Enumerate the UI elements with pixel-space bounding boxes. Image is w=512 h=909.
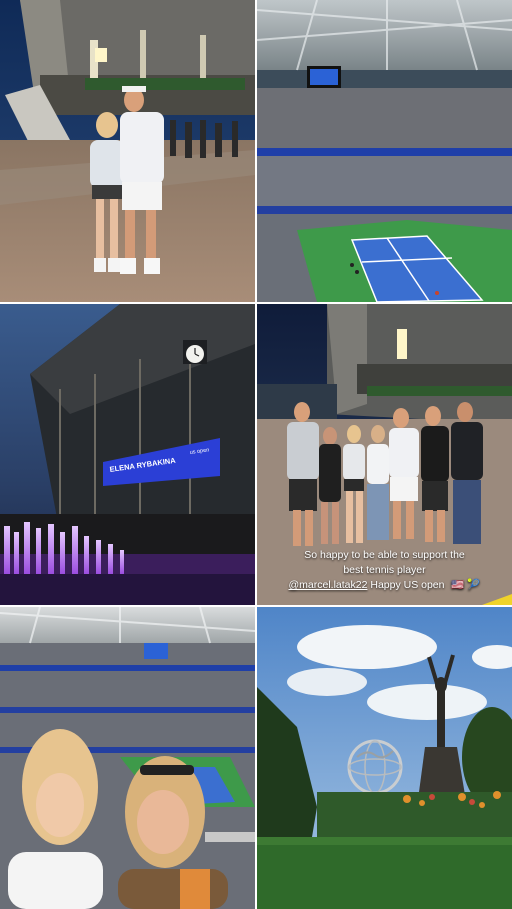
caption-line-3-text: Happy US open <box>367 579 445 591</box>
caption-line-3: @marcel.latak22 Happy US open 🇺🇸 🎾 <box>257 578 512 593</box>
emoji-text: 🇺🇸 🎾 <box>451 579 481 591</box>
unisphere-photo <box>257 607 512 909</box>
caption-line-2: best tennis player <box>343 564 426 576</box>
exterior-photo <box>0 0 255 302</box>
photo-collage: ELENA RYBAKINA us open So happy to be ab… <box>0 0 512 909</box>
group-photo: So happy to be able to support the best … <box>257 304 512 605</box>
selfie-photo <box>0 607 255 909</box>
caption-line-1: So happy to be able to support the <box>304 549 465 561</box>
stadium-court-photo <box>257 0 512 302</box>
mention-link[interactable]: @marcel.latak22 <box>288 579 367 591</box>
arena-dusk-photo: ELENA RYBAKINA us open <box>0 304 255 605</box>
